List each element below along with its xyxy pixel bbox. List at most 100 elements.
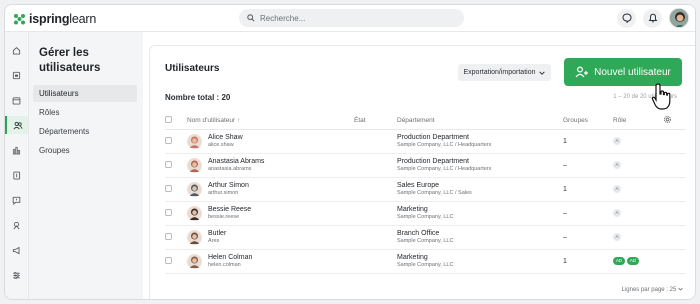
user-name[interactable]: Butler: [208, 230, 226, 238]
column-header-role[interactable]: Rôle: [613, 112, 663, 130]
rail-library[interactable]: [5, 166, 28, 184]
subnav-item-groups[interactable]: Groupes: [33, 142, 137, 159]
user-name[interactable]: Helen Colman: [208, 254, 252, 262]
user-login: Ares: [208, 237, 220, 244]
user-cell[interactable]: Arthur Simon arthur.simon: [187, 177, 354, 202]
groups-cell: 1: [563, 249, 613, 274]
logo[interactable]: ispringlearn: [13, 12, 96, 26]
user-cell[interactable]: Butler Ares: [187, 225, 354, 250]
user-login: alice.shaw: [208, 141, 234, 148]
user-login: anastasia.abrams: [208, 165, 252, 172]
rows-per-page[interactable]: Lignes par page : 25: [622, 287, 683, 293]
subnav-item-departments[interactable]: Départements: [33, 123, 137, 140]
user-name[interactable]: Bessie Reese: [208, 206, 251, 214]
rail-calendar[interactable]: [5, 91, 28, 109]
user-login: bessie.reese: [208, 213, 240, 220]
table-row[interactable]: Alice Shaw alice.shaw Production Departmen…: [165, 129, 686, 154]
row-checkbox[interactable]: [165, 160, 172, 168]
total-count: Nombre total : 20: [165, 93, 231, 102]
column-settings-cell[interactable]: [663, 112, 686, 130]
add-user-label: Nouvel utilisateur: [594, 66, 671, 78]
rail-users[interactable]: [5, 116, 28, 134]
row-checkbox[interactable]: [165, 256, 172, 264]
select-all-cell[interactable]: [165, 112, 187, 130]
sort-up-icon: ↑: [237, 116, 241, 124]
state-cell: [354, 201, 397, 226]
state-cell: [354, 249, 397, 274]
user-name[interactable]: Arthur Simon: [208, 182, 249, 190]
department-cell: Production Department Sample Company, LLC…: [397, 153, 563, 178]
row-actions-cell: [663, 153, 686, 178]
row-select-cell[interactable]: [165, 225, 187, 250]
row-select-cell[interactable]: [165, 129, 187, 154]
user-name[interactable]: Anastasia Abrams: [208, 158, 264, 166]
chevron-down-icon: [678, 287, 683, 291]
rail-home[interactable]: [5, 41, 28, 59]
column-header-name[interactable]: Nom d'utilisateur ↑: [187, 112, 354, 130]
column-header-groups[interactable]: Groupes: [563, 112, 613, 130]
table-row[interactable]: Arthur Simon arthur.simon Sales Europe Samp…: [165, 177, 686, 202]
row-select-cell[interactable]: [165, 177, 187, 202]
role-cell: A: [613, 201, 663, 226]
role-cell: AD AD: [613, 249, 663, 274]
row-select-cell[interactable]: [165, 249, 187, 274]
row-actions-cell: [663, 129, 686, 154]
gear-icon[interactable]: [663, 115, 672, 124]
subnav-item-users[interactable]: Utilisateurs: [33, 85, 137, 102]
user-cell[interactable]: Anastasia Abrams anastasia.abrams: [187, 153, 354, 178]
user-name[interactable]: Alice Shaw: [208, 134, 243, 142]
search-box[interactable]: [239, 9, 464, 27]
main-panel: Utilisateurs Exportation/importation Nou…: [149, 45, 695, 299]
user-avatar[interactable]: [669, 8, 689, 28]
avatar-image: [670, 9, 688, 27]
calendar-icon: [12, 96, 21, 105]
table-row[interactable]: Anastasia Abrams anastasia.abrams Producti…: [165, 153, 686, 178]
avatar: [187, 133, 202, 149]
ispring-logo-icon: [14, 14, 25, 25]
select-all-checkbox[interactable]: [165, 115, 172, 123]
row-select-cell[interactable]: [165, 153, 187, 178]
row-select-cell[interactable]: [165, 201, 187, 226]
rail-courses[interactable]: [5, 66, 28, 84]
rail-announcements[interactable]: [5, 241, 28, 259]
department-path: Sample Company, LLC / Headquarters: [397, 165, 492, 172]
subnav-item-roles[interactable]: Rôles: [33, 104, 137, 121]
chat-button[interactable]: [617, 8, 636, 28]
search-input[interactable]: [260, 13, 450, 23]
avatar: [187, 205, 202, 221]
user-cell[interactable]: Helen Colman helen.colman: [187, 249, 354, 274]
rail-settings[interactable]: [5, 266, 28, 284]
table-row[interactable]: Butler Ares Branch Office Sample Company, L…: [165, 225, 686, 250]
row-checkbox[interactable]: [165, 136, 172, 144]
state-cell: [354, 177, 397, 202]
column-header-state[interactable]: État: [354, 112, 397, 130]
user-login: arthur.simon: [208, 189, 239, 196]
rail-reports[interactable]: [5, 141, 28, 159]
department-name: Marketing: [397, 205, 428, 213]
user-cell[interactable]: Bessie Reese bessie.reese: [187, 201, 354, 226]
table-row[interactable]: Helen Colman helen.colman Marketing Sample …: [165, 249, 686, 274]
settings-icon: [13, 271, 20, 279]
feedback-icon: [12, 196, 21, 205]
notifications-button[interactable]: [643, 8, 662, 28]
table-row[interactable]: Bessie Reese bessie.reese Marketing Sample …: [165, 201, 686, 226]
column-header-department[interactable]: Département: [397, 112, 563, 130]
chevron-down-icon: [539, 70, 546, 75]
department-name: Production Department: [397, 133, 469, 141]
icon-rail: [5, 32, 29, 299]
row-checkbox[interactable]: [165, 184, 172, 192]
app-window: ispringlearn Recherche... Gérer les util…: [4, 4, 696, 300]
reports-icon: [12, 146, 21, 155]
rail-skills[interactable]: [5, 216, 28, 234]
groups-cell: –: [563, 225, 613, 250]
rail-feedback[interactable]: [5, 191, 28, 209]
row-checkbox[interactable]: [165, 232, 172, 240]
role-cell: A: [613, 225, 663, 250]
export-import-button[interactable]: Exportation/importation: [458, 64, 551, 81]
state-cell: [354, 225, 397, 250]
role-cell: A: [613, 177, 663, 202]
user-cell[interactable]: Alice Shaw alice.shaw: [187, 129, 354, 154]
role-badge: A: [613, 233, 621, 241]
row-checkbox[interactable]: [165, 208, 172, 216]
department-name: Sales Europe: [397, 181, 440, 189]
